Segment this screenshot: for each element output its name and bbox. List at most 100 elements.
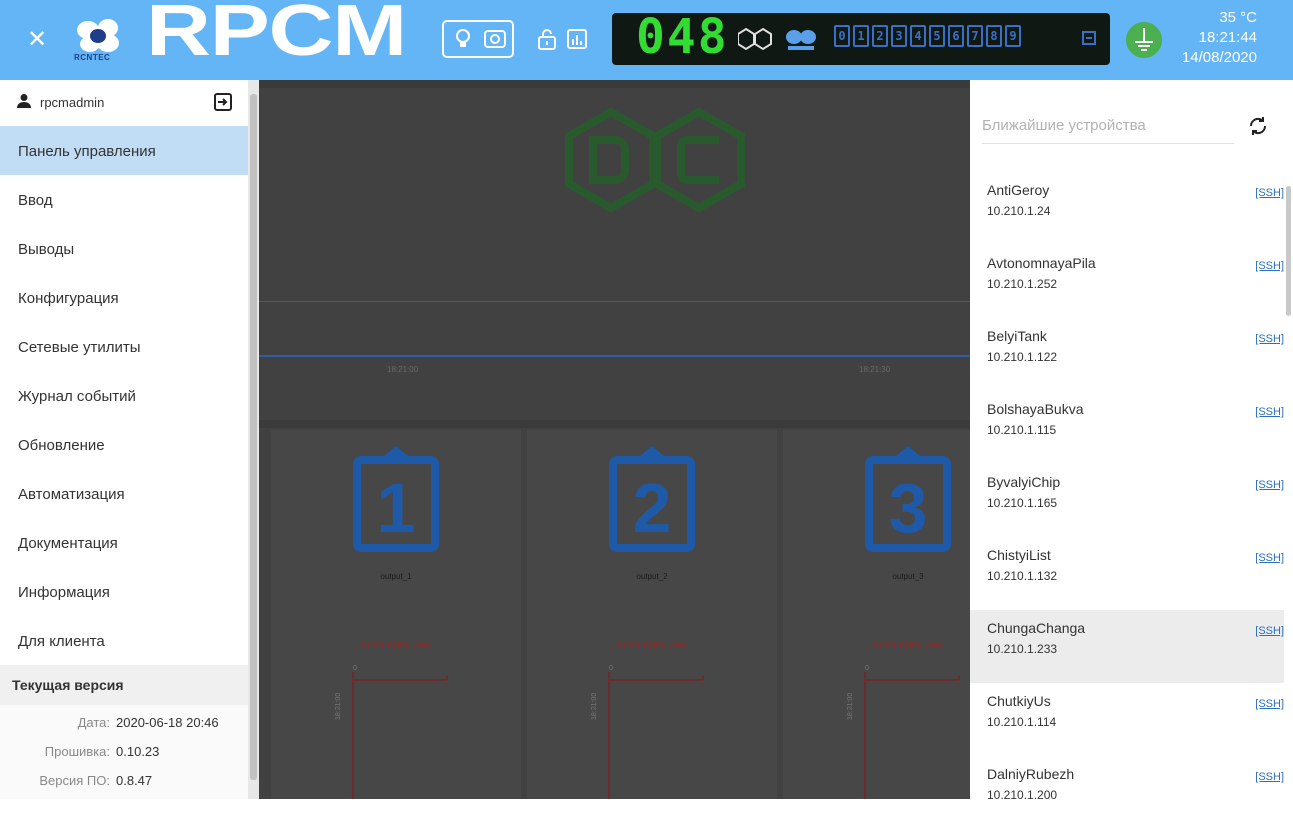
sidebar-item-1[interactable]: Панель управления <box>0 126 248 175</box>
refresh-icon[interactable] <box>1246 114 1270 138</box>
clock-date: 14/08/2020 <box>1181 49 1257 66</box>
output-name: output_2 <box>636 572 668 581</box>
version-value: 2020-06-18 20:46 <box>116 715 219 730</box>
device-ip: 10.210.1.114 <box>987 715 1057 729</box>
version-heading: Текущая версия <box>0 665 248 705</box>
version-value: 0.10.23 <box>116 744 160 759</box>
device-item[interactable]: AvtonomnayaPila 10.210.1.252 [SSH] <box>970 245 1284 318</box>
nearby-devices-panel: AntiGeroy10.210.1.24[SSH]AvtonomnayaPila… <box>970 80 1293 802</box>
sidebar-item-6[interactable]: Журнал событий <box>0 371 248 420</box>
version-rows: Дата: 2020-06-18 20:46 Прошивка: 0.10.23 Вер… <box>0 705 248 796</box>
output-name: output_3 <box>892 572 924 581</box>
device-ip: 10.210.1.252 <box>987 277 1058 291</box>
status-display: 048 0123456789 <box>612 9 1110 65</box>
device-item[interactable]: BelyiTank 10.210.1.122 [SSH] <box>970 318 1284 391</box>
dc-logo-icon <box>565 108 745 212</box>
device-list: AntiGeroy 10.210.1.24 [SSH] AvtonomnayaPila… <box>970 172 1284 829</box>
port-indicator-5: 5 <box>929 25 945 47</box>
port-indicators: 0123456789 <box>834 25 1021 47</box>
device-name: DalniyRubezh <box>987 766 1075 782</box>
output-current: СИЛА ТОКА: 0 мА <box>617 640 687 649</box>
port-indicator-1: 1 <box>853 25 869 47</box>
output-current: СИЛА ТОКА: 0 мА <box>361 640 431 649</box>
output-3-icon: 3 <box>865 446 951 552</box>
version-value: 0.8.47 <box>116 773 153 788</box>
sidebar-scrollbar-thumb[interactable] <box>250 94 257 780</box>
chart-icon[interactable] <box>566 28 588 50</box>
port-indicator-0: 0 <box>834 25 850 47</box>
device-item[interactable]: AntiGeroy 10.210.1.24 [SSH] <box>970 172 1284 245</box>
nearby-devices-search-input[interactable] <box>982 106 1234 144</box>
username: rpcmadmin <box>40 95 105 110</box>
version-row: Версия ПО: 0.8.47 <box>0 773 248 796</box>
top-bar: ✕ RCNTEC RPCM 048 0 1 2 3 4 5 6 7 8 9 35… <box>0 0 1293 80</box>
ssh-link[interactable]: [SSH] <box>1234 698 1284 710</box>
device-name: ChistyiList <box>987 547 1051 563</box>
port-indicator-8: 8 <box>986 25 1002 47</box>
lamp-icon[interactable] <box>452 28 474 50</box>
logout-icon[interactable] <box>212 91 234 113</box>
user-row: rpcmadmin <box>0 80 248 126</box>
output-chart <box>352 672 448 799</box>
dashboard-panel: 18:21:00 18:21:30 1 output_1 СИЛА ТОКА: 0 … <box>259 80 970 799</box>
device-name: AvtonomnayaPila <box>987 255 1096 271</box>
time-tick-1: 18:21:00 <box>387 365 419 374</box>
device-ip: 10.210.1.115 <box>987 423 1057 437</box>
device-item[interactable]: ChungaChanga 10.210.1.233 [SSH] <box>970 610 1284 683</box>
output-card-2[interactable]: 2 output_2 СИЛА ТОКА: 0 мА 0 18:21:00 <box>527 430 777 799</box>
ssh-link[interactable]: [SSH] <box>1234 333 1284 345</box>
ssh-link[interactable]: [SSH] <box>1234 479 1284 491</box>
search-field-wrap <box>982 106 1234 144</box>
sidebar-item-3[interactable]: Выводы <box>0 224 248 273</box>
version-panel: Текущая версия Дата: 2020-06-18 20:46 Прош… <box>0 665 248 799</box>
sidebar-item-11[interactable]: Для клиента <box>0 616 248 665</box>
dc-icon <box>738 27 772 51</box>
version-key: Дата: <box>77 715 110 730</box>
ssh-link[interactable]: [SSH] <box>1234 187 1284 199</box>
ssh-link[interactable]: [SSH] <box>1234 552 1284 564</box>
device-item[interactable]: ChutkiyUs 10.210.1.114 [SSH] <box>970 683 1284 756</box>
sidebar-item-8[interactable]: Автоматизация <box>0 469 248 518</box>
sidebar-item-10[interactable]: Информация <box>0 567 248 616</box>
ssh-link[interactable]: [SSH] <box>1234 771 1284 783</box>
output-2-icon: 2 <box>609 446 695 552</box>
device-name: ChutkiyUs <box>987 693 1051 709</box>
device-item[interactable]: ChistyiList 10.210.1.132 [SSH] <box>970 537 1284 610</box>
output-number: 2 <box>633 469 672 547</box>
output-chart <box>608 672 704 799</box>
clock-time: 18:21:44 <box>1198 29 1257 46</box>
port-indicator-6: 6 <box>948 25 964 47</box>
device-name: AntiGeroy <box>987 182 1050 198</box>
sidebar-item-7[interactable]: Обновление <box>0 420 248 469</box>
device-list-scrollbar-thumb[interactable] <box>1286 186 1291 316</box>
chart-line-yellow <box>259 301 970 302</box>
sidebar-item-5[interactable]: Сетевые утилиты <box>0 322 248 371</box>
sidebar-item-2[interactable]: Ввод <box>0 175 248 224</box>
output-chart <box>864 672 960 799</box>
device-ip: 10.210.1.200 <box>987 788 1058 802</box>
version-row: Дата: 2020-06-18 20:46 <box>0 715 248 738</box>
sidebar-item-4[interactable]: Конфигурация <box>0 273 248 322</box>
device-item[interactable]: ByvalyiChip 10.210.1.165 [SSH] <box>970 464 1284 537</box>
sidebar-scrollbar[interactable] <box>248 80 259 799</box>
device-item[interactable]: DalniyRubezh 10.210.1.200 [SSH] <box>970 756 1284 829</box>
chart-line-blue <box>259 355 970 357</box>
lock-icon[interactable] <box>536 28 558 50</box>
output-card-1[interactable]: 1 output_1 СИЛА ТОКА: 0 мА 0 18:21:00 <box>271 430 521 799</box>
buzzer-icon[interactable] <box>484 28 506 50</box>
ssh-link[interactable]: [SSH] <box>1234 625 1284 637</box>
app-title: RPCM <box>146 0 407 71</box>
version-key: Прошивка: <box>44 744 110 759</box>
device-ip: 10.210.1.132 <box>987 569 1058 583</box>
brand-text: RCNTEC <box>74 53 111 62</box>
output-card-3[interactable]: 3 output_3 СИЛА ТОКА: 0 мА 0 18:21:00 <box>783 430 970 799</box>
device-item[interactable]: BolshayaBukva 10.210.1.115 [SSH] <box>970 391 1284 464</box>
device-name: ChungaChanga <box>987 620 1086 636</box>
ssh-link[interactable]: [SSH] <box>1234 406 1284 418</box>
close-icon[interactable]: ✕ <box>24 26 50 53</box>
ssh-link[interactable]: [SSH] <box>1234 260 1284 272</box>
device-ip: 10.210.1.122 <box>987 350 1058 364</box>
sidebar-item-9[interactable]: Документация <box>0 518 248 567</box>
output-1-icon: 1 <box>353 446 439 552</box>
device-list-scrollbar[interactable] <box>1284 160 1293 799</box>
